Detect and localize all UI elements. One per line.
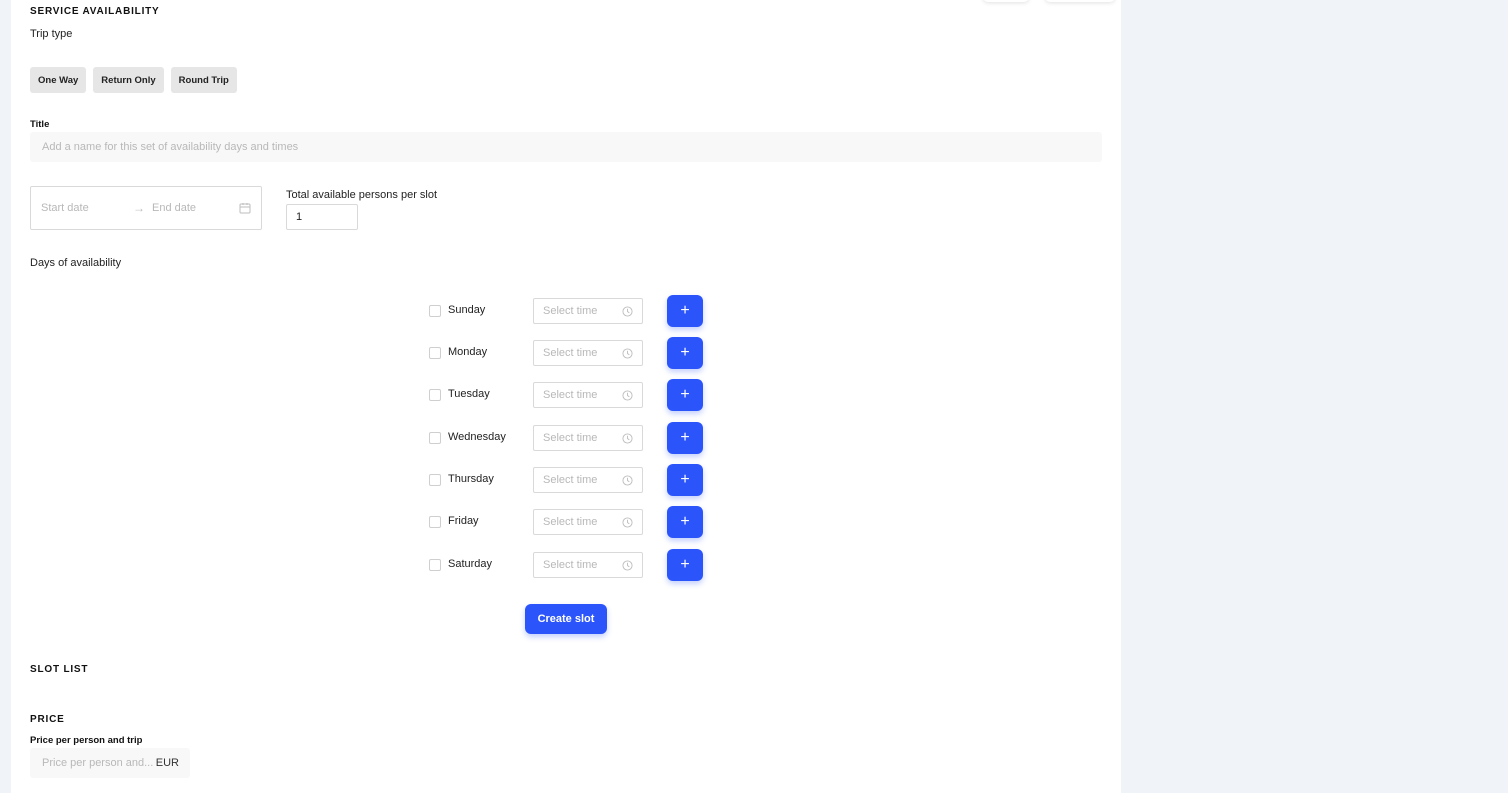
day-label-monday: Monday (448, 346, 488, 358)
service-form-panel: SERVICE AVAILABILITY Trip type One Way R… (11, 0, 1121, 793)
create-slot-button[interactable]: Create slot (525, 604, 607, 634)
add-time-button-tuesday[interactable]: + (667, 379, 703, 411)
day-row-saturday: Saturday Select time + (429, 549, 729, 581)
plus-icon: + (680, 386, 690, 403)
clock-icon (622, 517, 633, 531)
time-select-tuesday[interactable]: Select time (533, 382, 643, 408)
title-label: Title (30, 119, 50, 130)
calendar-icon (239, 202, 251, 217)
day-label-sunday: Sunday (448, 304, 486, 316)
add-time-button-wednesday[interactable]: + (667, 422, 703, 454)
time-placeholder: Select time (543, 432, 598, 444)
currency-label: EUR (155, 757, 179, 769)
day-checkbox-sunday[interactable] (429, 305, 441, 317)
day-row-monday: Monday Select time + (429, 337, 729, 369)
add-time-button-friday[interactable]: + (667, 506, 703, 538)
day-checkbox-monday[interactable] (429, 347, 441, 359)
end-date-input[interactable]: End date (152, 202, 196, 214)
trip-type-return-only-button[interactable]: Return Only (93, 67, 164, 93)
time-placeholder: Select time (543, 389, 598, 401)
price-input[interactable]: Price per person and... EUR (30, 748, 190, 778)
top-tab-ghost (983, 0, 1029, 2)
add-time-button-sunday[interactable]: + (667, 295, 703, 327)
days-of-availability-label: Days of availability (30, 257, 122, 269)
day-row-wednesday: Wednesday Select time + (429, 422, 729, 454)
time-placeholder: Select time (543, 559, 598, 571)
time-select-monday[interactable]: Select time (533, 340, 643, 366)
clock-icon (622, 390, 633, 404)
day-row-thursday: Thursday Select time + (429, 464, 729, 496)
plus-icon: + (680, 471, 690, 488)
section-heading-service-availability: SERVICE AVAILABILITY (30, 6, 160, 17)
price-label: Price per person and trip (30, 735, 143, 746)
trip-type-label: Trip type (30, 28, 73, 40)
plus-icon: + (680, 344, 690, 361)
day-label-wednesday: Wednesday (448, 431, 506, 443)
time-select-sunday[interactable]: Select time (533, 298, 643, 324)
time-select-thursday[interactable]: Select time (533, 467, 643, 493)
plus-icon: + (680, 302, 690, 319)
time-placeholder: Select time (543, 347, 598, 359)
plus-icon: + (680, 556, 690, 573)
trip-type-one-way-button[interactable]: One Way (30, 67, 87, 93)
clock-icon (622, 348, 633, 362)
day-row-friday: Friday Select time + (429, 506, 729, 538)
add-time-button-monday[interactable]: + (667, 337, 703, 369)
plus-icon: + (680, 513, 690, 530)
clock-icon (622, 306, 633, 320)
day-checkbox-tuesday[interactable] (429, 389, 441, 401)
day-checkbox-friday[interactable] (429, 516, 441, 528)
day-label-saturday: Saturday (448, 558, 493, 570)
time-placeholder: Select time (543, 474, 598, 486)
section-heading-price: PRICE (30, 714, 65, 725)
clock-icon (622, 433, 633, 447)
plus-icon: + (680, 429, 690, 446)
persons-per-slot-label: Total available persons per slot (286, 189, 438, 201)
day-checkbox-saturday[interactable] (429, 559, 441, 571)
add-time-button-thursday[interactable]: + (667, 464, 703, 496)
clock-icon (622, 560, 633, 574)
start-date-input[interactable]: Start date (41, 202, 89, 214)
add-time-button-saturday[interactable]: + (667, 549, 703, 581)
day-checkbox-thursday[interactable] (429, 474, 441, 486)
time-select-wednesday[interactable]: Select time (533, 425, 643, 451)
day-label-tuesday: Tuesday (448, 388, 490, 400)
title-input[interactable]: Add a name for this set of availability … (30, 132, 1102, 162)
trip-type-round-trip-button[interactable]: Round Trip (170, 67, 237, 93)
day-row-sunday: Sunday Select time + (429, 295, 729, 327)
section-heading-slot-list: SLOT LIST (30, 664, 89, 675)
day-row-tuesday: Tuesday Select time + (429, 379, 729, 411)
time-select-friday[interactable]: Select time (533, 509, 643, 535)
persons-per-slot-input[interactable]: 1 (286, 204, 358, 230)
day-checkbox-wednesday[interactable] (429, 432, 441, 444)
time-placeholder: Select time (543, 516, 598, 528)
time-select-saturday[interactable]: Select time (533, 552, 643, 578)
clock-icon (622, 475, 633, 489)
trip-type-group: One Way Return Only Round Trip (30, 67, 237, 93)
time-placeholder: Select time (543, 305, 598, 317)
day-label-thursday: Thursday (448, 473, 494, 485)
date-range-picker[interactable]: Start date → End date (30, 186, 262, 230)
arrow-right-icon: → (133, 201, 145, 215)
day-label-friday: Friday (448, 515, 479, 527)
top-tab-ghost (1045, 0, 1115, 2)
price-placeholder: Price per person and... (42, 757, 154, 769)
title-placeholder: Add a name for this set of availability … (42, 141, 299, 153)
